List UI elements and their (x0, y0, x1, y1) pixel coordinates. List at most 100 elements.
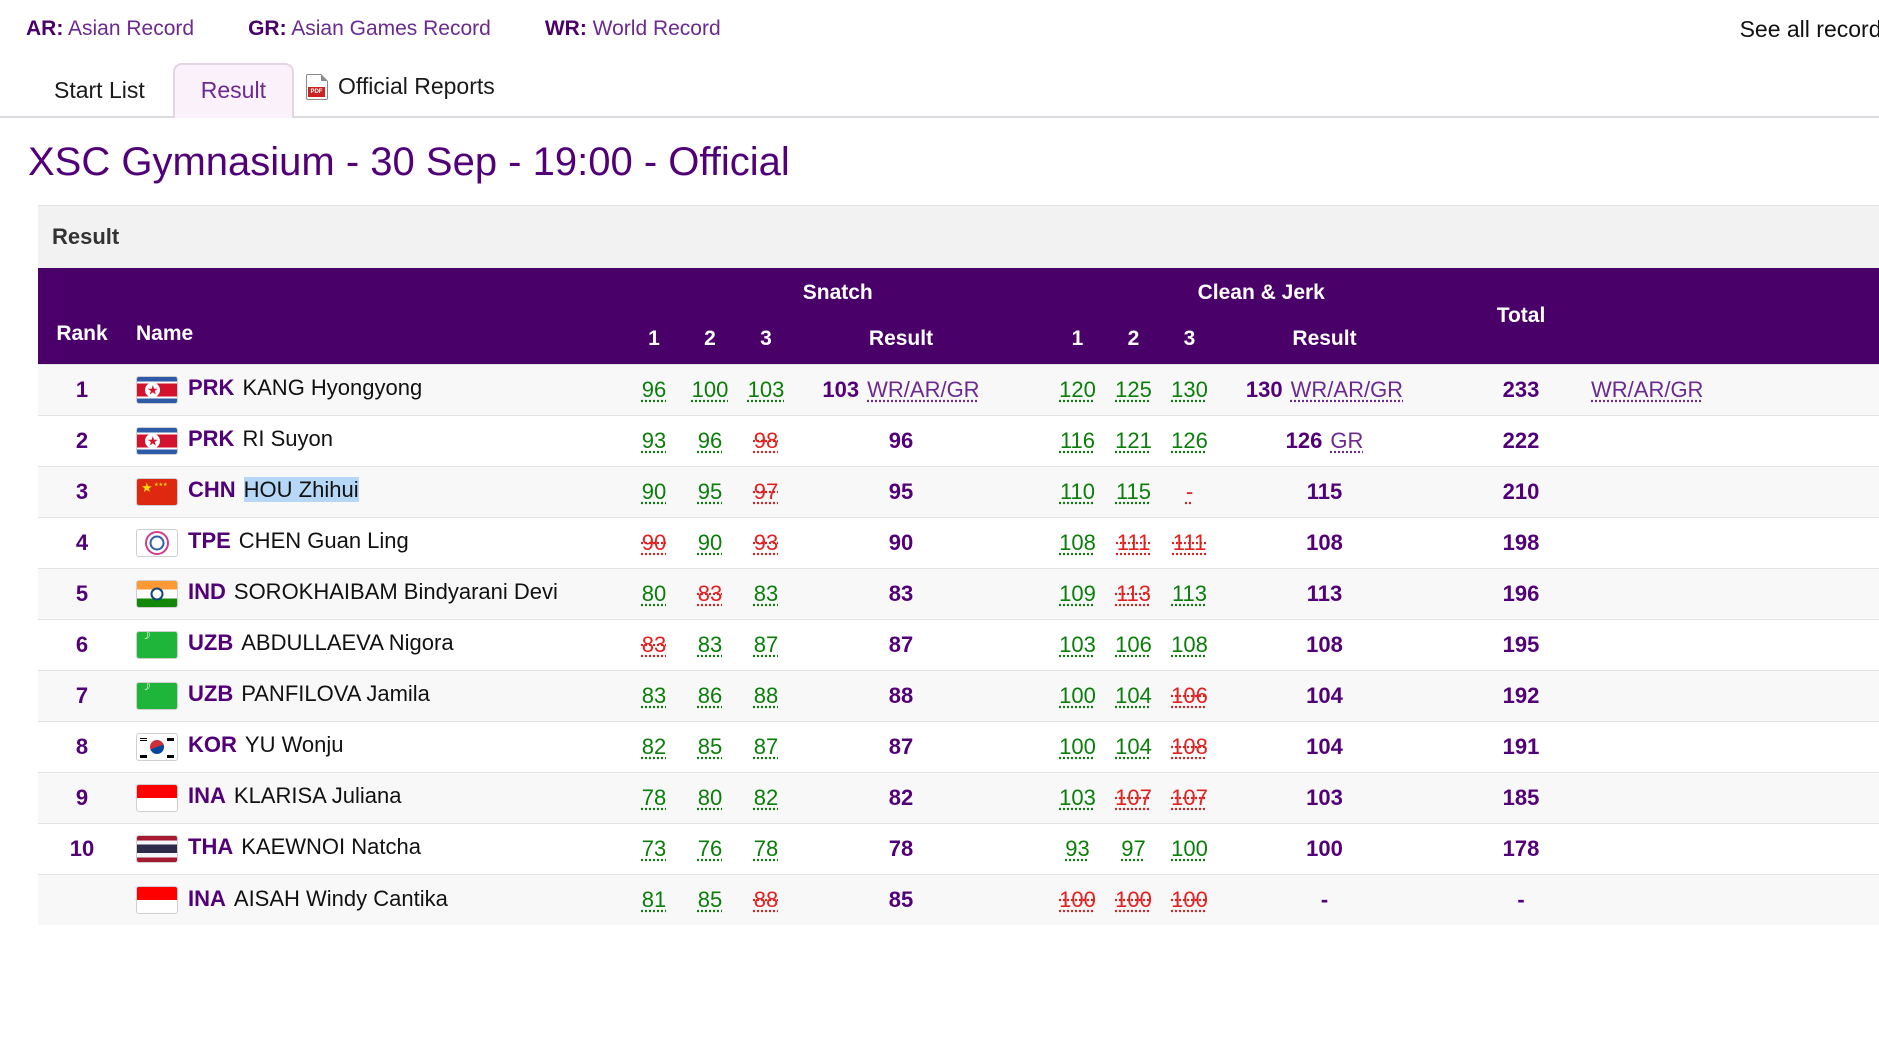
cleanjerk-attempt-2: 121 (1115, 427, 1152, 453)
cleanjerk-attempt-1: 109 (1059, 580, 1096, 606)
table-row[interactable]: 8 KOR YU Wonju 82 85 87 87 100 104 108 104 191 (38, 720, 1879, 772)
cleanjerk-attempt-3: 106 (1171, 682, 1208, 708)
see-all-records-link[interactable]: See all records (1740, 16, 1879, 43)
cell-total: 198 (1473, 516, 1569, 568)
cell-rank: 10 (38, 822, 126, 874)
table-row[interactable]: 3 CHN HOU Zhihui 90 95 97 95 110 115 - 115 210 (38, 465, 1879, 517)
cleanjerk-result: 108 (1236, 632, 1414, 658)
athlete-name[interactable]: RI Suyon (242, 426, 333, 451)
cleanjerk-result: 115 (1236, 479, 1414, 505)
cleanjerk-attempt-2: 104 (1115, 682, 1152, 708)
table-row[interactable]: 7 UZB PANFILOVA Jamila 83 86 88 88 100 104 106 104… (38, 669, 1879, 721)
cleanjerk-result: 104 (1236, 734, 1414, 760)
tab-start-list[interactable]: Start List (26, 63, 173, 118)
athlete-name[interactable]: KAEWNOI Natcha (241, 834, 421, 859)
cell-snatch: 83 83 87 87 (626, 618, 1050, 670)
cell-cleanjerk: 108 111 111 108 (1049, 516, 1474, 568)
athlete-name[interactable]: HOU Zhihui (243, 477, 359, 503)
snatch-result: 82 (812, 785, 990, 811)
table-row[interactable]: 9 INA KLARISA Juliana 78 80 82 82 103 107 107 103 1… (38, 771, 1879, 823)
athlete-name[interactable]: KLARISA Juliana (234, 783, 402, 808)
flag-icon-ina (136, 783, 178, 812)
cleanjerk-attempt-2: 125 (1115, 376, 1152, 402)
legend-item-ar[interactable]: AR: Asian Record (26, 17, 194, 41)
cell-total-record (1569, 618, 1879, 670)
athlete-name[interactable]: CHEN Guan Ling (239, 528, 409, 553)
table-row[interactable]: 4 TPE CHEN Guan Ling 90 90 93 90 108 111 111 108 19… (38, 516, 1879, 568)
cell-rank: 2 (38, 414, 126, 466)
cleanjerk-result-value: 126 (1285, 427, 1323, 453)
cell-total: 178 (1473, 822, 1569, 874)
cell-total-record[interactable]: WR/AR/GR (1569, 363, 1879, 415)
table-row[interactable]: 5 IND SOROKHAIBAM Bindyarani Devi 80 83 83 83 1… (38, 567, 1879, 619)
cleanjerk-attempts: 108 111 111 108 (1050, 530, 1474, 556)
cleanjerk-result: 130 WR/AR/GR (1236, 377, 1414, 403)
table-row[interactable]: INA AISAH Windy Cantika 81 85 88 85 100 100 100 -… (38, 873, 1879, 925)
cleanjerk-attempt-3: 107 (1171, 784, 1208, 810)
table-row[interactable]: 10 THA KAEWNOI Natcha 73 76 78 78 93 97 100 100 178 (38, 822, 1879, 874)
legend-text-gr: Asian Games Record (286, 17, 491, 40)
noc-code: KOR (188, 732, 237, 758)
noc-code: THA (188, 834, 234, 860)
snatch-result: 88 (812, 683, 990, 709)
flag-icon-chn (136, 477, 178, 506)
records-legend-bar: AR: Asian Record GR: Asian Games Record … (0, 0, 1879, 58)
athlete-name[interactable]: ABDULLAEVA Nigora (241, 630, 453, 655)
snatch-result: 90 (812, 530, 990, 556)
tab-result[interactable]: Result (172, 63, 294, 118)
header-snatch-3: 3 (760, 326, 772, 350)
result-panel: Result Rank Name Snatch 1 2 3 Result Cle… (38, 205, 1879, 925)
legend-text-ar: Asian Record (63, 17, 195, 40)
official-reports-label: Official Reports (337, 73, 495, 99)
noc-code: CHN (188, 477, 236, 503)
snatch-attempt-1: 93 (641, 427, 667, 453)
cell-snatch: 93 96 98 96 (626, 414, 1050, 466)
flag-icon-tha (136, 834, 178, 863)
legend-item-wr[interactable]: WR: World Record (545, 17, 721, 41)
snatch-attempts: 81 85 88 85 (626, 887, 1050, 913)
cleanjerk-result-value: 104 (1306, 682, 1343, 708)
snatch-attempt-3: 78 (753, 835, 779, 861)
cell-snatch: 83 86 88 88 (626, 669, 1050, 721)
athlete-name[interactable]: SOROKHAIBAM Bindyarani Devi (234, 579, 558, 604)
snatch-attempts: 83 83 87 87 (626, 632, 1050, 658)
table-row[interactable]: 1PRKKANG Hyongyong96100103103WR/AR/GR120… (38, 363, 1879, 415)
cell-total: 195 (1473, 618, 1569, 670)
cell-snatch: 73 76 78 78 (626, 822, 1050, 874)
legend-item-gr[interactable]: GR: Asian Games Record (248, 17, 491, 41)
cleanjerk-attempt-3: 130 (1171, 376, 1208, 402)
official-reports-link[interactable]: Official Reports (294, 59, 513, 116)
snatch-record-tag[interactable]: WR/AR/GR (867, 377, 979, 402)
snatch-attempt-2: 85 (697, 886, 723, 912)
cleanjerk-result: - (1236, 887, 1414, 913)
cell-athlete: CHN HOU Zhihui (126, 465, 626, 517)
table-row[interactable]: 2 PRK RI Suyon 93 96 98 96 116 121 126 126 GR 222 (38, 414, 1879, 466)
athlete-name[interactable]: YU Wonju (245, 732, 344, 757)
noc-code: PRK (188, 426, 235, 452)
cleanjerk-attempt-1: 93 (1065, 835, 1090, 861)
cleanjerk-record-tag[interactable]: GR (1330, 428, 1363, 453)
snatch-result-value: 88 (888, 682, 914, 708)
cell-total: - (1473, 873, 1569, 925)
cell-total: 233 (1473, 363, 1569, 415)
snatch-result-value: 82 (888, 784, 914, 810)
total-record-tag[interactable]: WR/AR/GR (1591, 377, 1703, 402)
table-row[interactable]: 6UZBABDULLAEVA Nigora8383878710310610810… (38, 618, 1879, 670)
header-snatch-group: Snatch 1 2 3 Result (626, 268, 1050, 364)
snatch-attempt-2: 100 (691, 376, 729, 402)
cell-rank: 8 (38, 720, 126, 772)
cell-cleanjerk: 116 121 126 126 GR (1049, 414, 1473, 466)
header-rank: Rank (56, 321, 108, 345)
snatch-attempts: 80 83 83 83 (626, 581, 1050, 607)
snatch-attempt-3: 93 (753, 529, 779, 555)
cleanjerk-result-value: 113 (1306, 580, 1343, 606)
athlete-name[interactable]: AISAH Windy Cantika (234, 886, 448, 911)
cleanjerk-record-tag[interactable]: WR/AR/GR (1291, 377, 1403, 402)
header-cj-subcols: 1 2 3 Result (1050, 327, 1474, 351)
header-cj-label: Clean & Jerk (1197, 280, 1325, 304)
noc-code: UZB (188, 630, 234, 656)
athlete-name[interactable]: KANG Hyongyong (242, 375, 422, 400)
athlete-name[interactable]: PANFILOVA Jamila (241, 681, 430, 706)
noc-code: INA (188, 783, 226, 809)
cell-snatch: 96 100 103 103 WR/AR/GR (626, 363, 1050, 415)
